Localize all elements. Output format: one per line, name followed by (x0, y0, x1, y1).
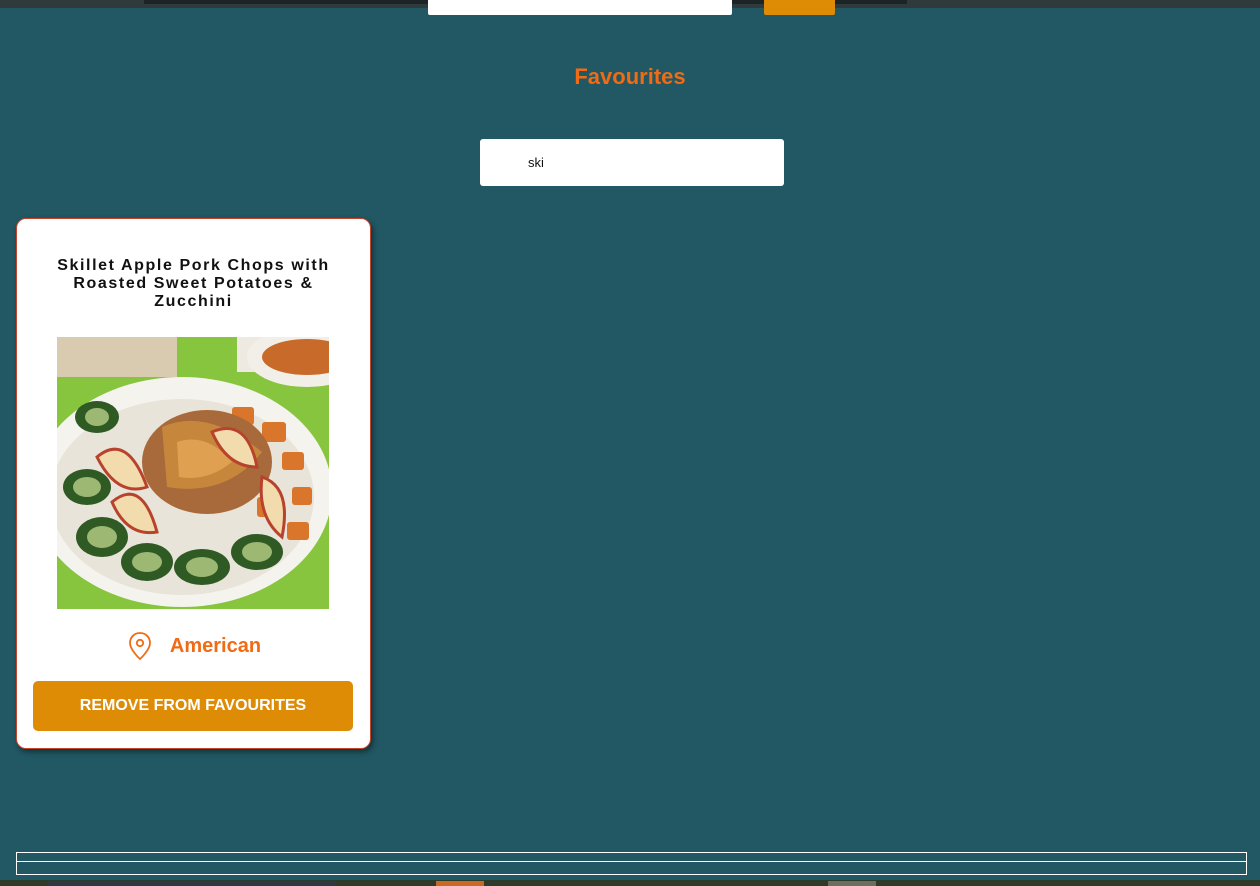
map-pin-icon (129, 632, 151, 661)
footer-frame (16, 852, 1247, 875)
top-search-button[interactable] (764, 0, 835, 15)
recipe-photo (57, 337, 329, 609)
bottom-strip-segment (828, 881, 876, 886)
bottom-strip-segment (436, 881, 484, 886)
recipe-location: American (17, 629, 372, 663)
favourite-card: Skillet Apple Pork Chops with Roasted Sw… (16, 218, 371, 749)
remove-from-favourites-button[interactable]: REMOVE FROM FAVOURITES (33, 681, 353, 731)
page-title: Favourites (574, 64, 686, 89)
top-search-input[interactable] (428, 0, 732, 15)
favourites-search-input[interactable] (480, 139, 784, 186)
bottom-strip (0, 880, 1260, 886)
bottom-strip-segment (48, 881, 336, 886)
recipe-image (57, 337, 329, 609)
recipe-title: Skillet Apple Pork Chops with Roasted Sw… (57, 257, 330, 310)
footer-divider (17, 861, 1246, 862)
recipe-area: American (169, 634, 262, 657)
